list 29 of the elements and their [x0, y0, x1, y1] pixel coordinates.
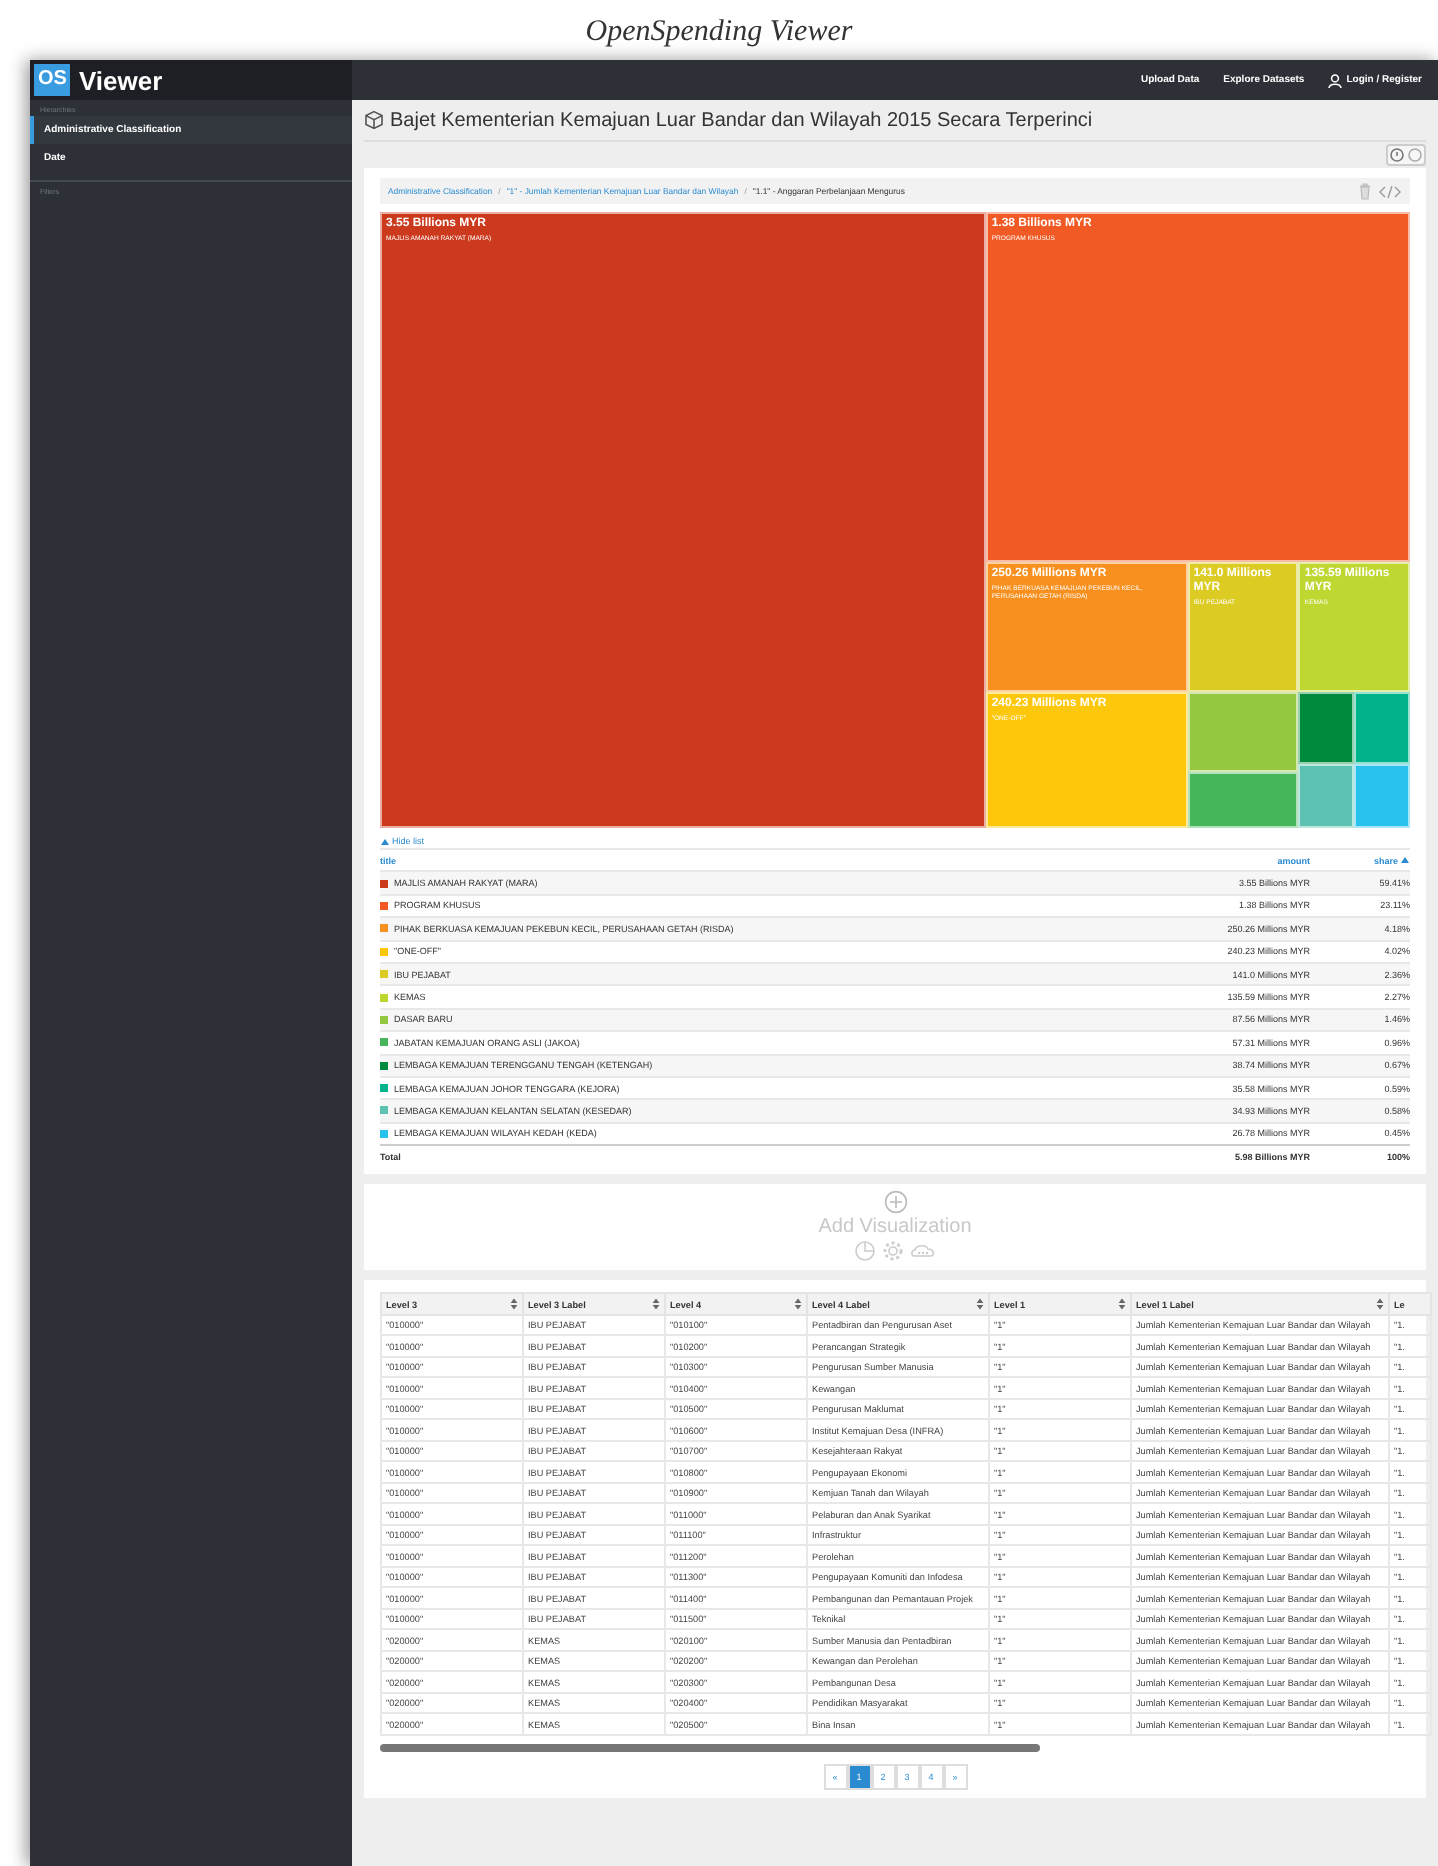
treemap-tile[interactable]	[1354, 763, 1410, 828]
page-caption: OpenSpending Viewer	[583, 14, 855, 52]
treemap-tile[interactable]	[1354, 691, 1410, 764]
code-icon[interactable]	[1378, 183, 1402, 199]
sort-icon	[976, 1298, 984, 1311]
cube-icon	[364, 110, 384, 130]
treemap-tile[interactable]	[1298, 691, 1355, 764]
circle-icon[interactable]	[1406, 146, 1424, 164]
trash-icon[interactable]	[1358, 182, 1372, 200]
pie-chart-icon[interactable]	[854, 1240, 876, 1263]
scrollbar-thumb[interactable]	[380, 1743, 1040, 1752]
logo-badge: OS	[34, 64, 71, 96]
treemap-tile[interactable]	[1298, 763, 1355, 828]
sort-icon	[1118, 1298, 1126, 1311]
sort-up-icon	[1400, 856, 1410, 865]
add-icon[interactable]	[883, 1190, 907, 1215]
gear-icon[interactable]	[882, 1240, 904, 1263]
caret-up-icon	[380, 837, 390, 845]
info-icon[interactable]	[1388, 146, 1406, 164]
app-name: Viewer	[78, 65, 163, 95]
sort-icon	[1376, 1298, 1384, 1311]
page-title: Bajet Kementerian Kemajuan Luar Bandar dan Wilayah 2015 Secara Terperinci	[390, 109, 1093, 131]
sort-icon	[794, 1298, 802, 1311]
cloud-icon[interactable]	[910, 1240, 936, 1263]
user-icon	[1328, 73, 1343, 87]
sort-icon	[510, 1298, 518, 1311]
treemap-tile[interactable]	[1187, 691, 1299, 772]
sort-icon	[652, 1298, 660, 1311]
treemap-tile[interactable]	[1187, 771, 1299, 828]
